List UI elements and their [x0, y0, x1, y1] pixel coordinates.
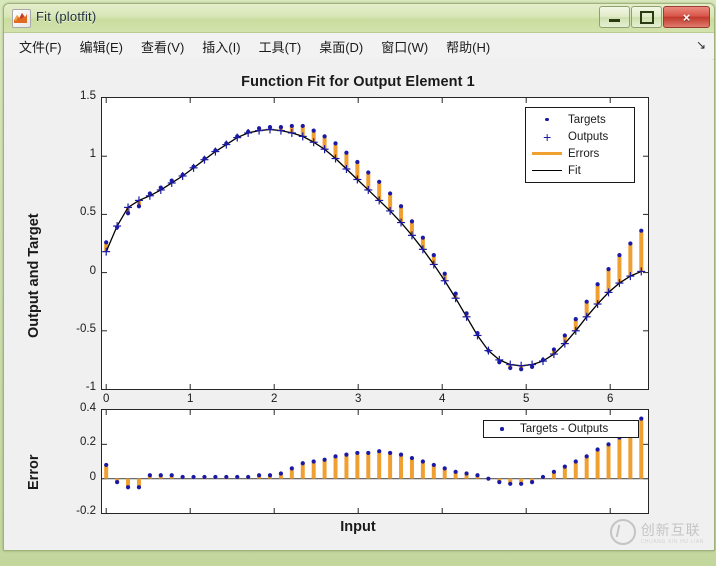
legend-entry-outputs: + Outputs — [530, 128, 628, 145]
dock-arrow-icon[interactable]: ↘ — [694, 38, 708, 52]
fit-line-icon — [530, 169, 564, 172]
close-button[interactable]: × — [663, 6, 710, 28]
legend-label-targets-minus-outputs: Targets - Outputs — [520, 423, 609, 435]
outputs-plus-icon: + — [542, 128, 552, 145]
window-titlebar[interactable]: Fit (plotfit) × — [4, 4, 714, 33]
x-tick-label: 2 — [270, 393, 278, 405]
error-plot-legend[interactable]: Targets - Outputs — [483, 420, 639, 438]
menu-window[interactable]: 窗口(W) — [372, 34, 437, 59]
menu-help[interactable]: 帮助(H) — [437, 34, 499, 59]
error-dot-icon — [488, 427, 516, 431]
x-axis-label: Input — [340, 519, 376, 535]
y-tick-label: -0.2 — [76, 505, 96, 517]
menu-desktop[interactable]: 桌面(D) — [310, 34, 372, 59]
matlab-membrane-icon — [12, 9, 31, 28]
errors-line-icon — [530, 152, 564, 155]
menu-view[interactable]: 查看(V) — [132, 34, 193, 59]
watermark: 创新互联 CHUANG XIN HU LIAN — [609, 519, 704, 545]
y-tick-label: -1 — [85, 381, 96, 393]
legend-label-errors: Errors — [568, 147, 600, 160]
legend-label-targets: Targets — [568, 113, 606, 126]
y-tick-label: 0.4 — [80, 402, 96, 414]
window-title: Fit (plotfit) — [36, 9, 97, 24]
legend-label-outputs: Outputs — [568, 130, 609, 143]
legend-entry-errors: Errors — [530, 145, 628, 162]
minimize-button[interactable] — [599, 6, 630, 28]
x-tick-label: 1 — [186, 393, 194, 405]
watermark-text: 创新互联 — [640, 521, 701, 538]
chart-title: Function Fit for Output Element 1 — [241, 74, 475, 90]
y-tick-label: 0 — [89, 264, 96, 277]
legend-entry-fit: Fit — [530, 162, 628, 179]
y-tick-label: -0.5 — [76, 322, 96, 335]
figure-canvas: Function Fit for Output Element 1 -1 -0.5… — [4, 58, 712, 549]
y-tick-label: 1.5 — [80, 90, 96, 102]
menu-bar: 文件(F) 编辑(E) 查看(V) 插入(I) 工具(T) 桌面(D) 窗口(W… — [4, 33, 714, 60]
menu-tools[interactable]: 工具(T) — [250, 34, 311, 59]
figure-window: Fit (plotfit) × 文件(F) 编辑(E) 查看(V) 插入(I) … — [3, 3, 715, 551]
x-tick-label: 3 — [354, 393, 362, 405]
top-y-axis-label: Output and Target — [26, 213, 42, 338]
targets-dot-icon — [530, 117, 564, 122]
watermark-logo-icon — [609, 519, 636, 545]
x-tick-label: 6 — [606, 393, 614, 405]
legend-entry-targets: Targets — [530, 111, 628, 128]
menu-edit[interactable]: 编辑(E) — [71, 34, 132, 59]
watermark-subtext: CHUANG XIN HU LIAN — [640, 538, 704, 545]
legend-label-fit: Fit — [568, 164, 581, 177]
window-controls: × — [599, 6, 710, 28]
y-tick-label: 0 — [89, 470, 96, 483]
y-tick-label: 1 — [89, 148, 96, 161]
y-tick-label: 0.5 — [80, 206, 96, 219]
fit-plot-legend[interactable]: Targets + Outputs Errors Fit — [525, 107, 635, 183]
screen-root: Fit (plotfit) × 文件(F) 编辑(E) 查看(V) 插入(I) … — [0, 0, 716, 566]
menu-insert[interactable]: 插入(I) — [193, 34, 249, 59]
y-tick-label: 0.2 — [80, 436, 96, 449]
menu-file[interactable]: 文件(F) — [10, 34, 71, 59]
maximize-button[interactable] — [631, 6, 662, 28]
bottom-y-axis-label: Error — [26, 454, 42, 490]
x-tick-label: 4 — [438, 393, 446, 405]
x-tick-label: 5 — [522, 393, 530, 405]
